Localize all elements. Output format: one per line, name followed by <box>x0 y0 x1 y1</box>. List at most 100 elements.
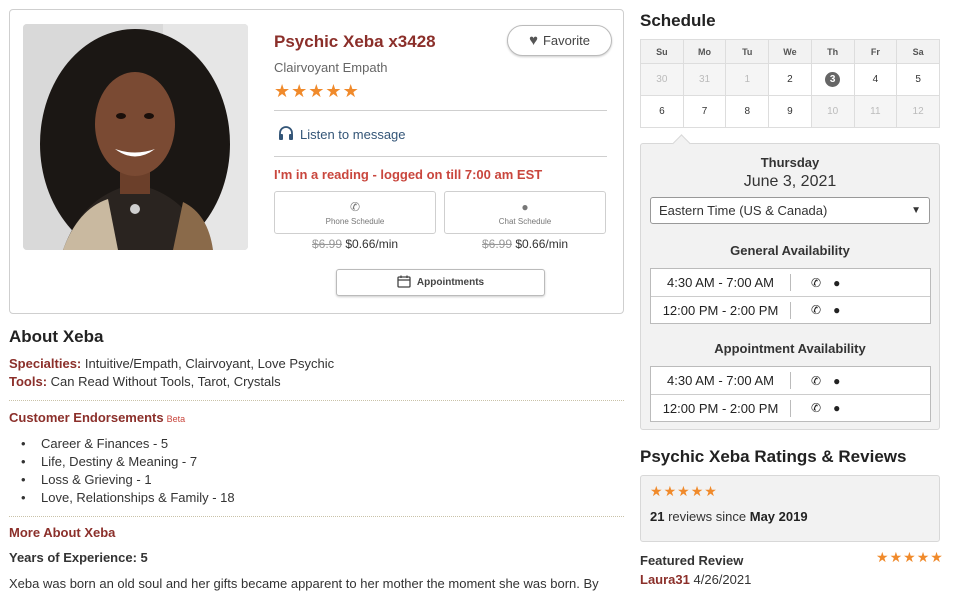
phone-icon: ✆ <box>811 373 822 388</box>
review-count-text: reviews since <box>668 509 747 524</box>
star-icon: ★ <box>916 549 930 565</box>
star-icon: ★ <box>274 81 291 101</box>
calendar-day: 11 <box>853 95 898 128</box>
appointments-label: Appointments <box>416 277 485 288</box>
chat-schedule-label: Chat Schedule <box>498 217 552 226</box>
calendar-day: 12 <box>896 95 940 128</box>
chat-bubble-icon: ● <box>833 373 841 388</box>
time-slot[interactable]: 4:30 AM - 7:00 AM ✆ ● <box>651 269 930 296</box>
chat-bubble-icon: ● <box>833 401 841 415</box>
calendar-day-selected[interactable]: 3 <box>810 63 855 96</box>
divider <box>274 156 607 157</box>
calendar-day[interactable]: 6 <box>640 95 684 128</box>
phone-old-price: $6.99 <box>312 237 343 251</box>
more-about-title: More About Xeba <box>9 525 116 540</box>
weekday-header: Th <box>810 39 855 64</box>
slot-time: 4:30 AM - 7:00 AM <box>651 274 791 291</box>
star-icon: ★ <box>325 81 342 101</box>
review-date: 4/26/2021 <box>693 572 752 587</box>
weekday-header: Sa <box>896 39 940 64</box>
calendar-day: 1 <box>725 63 770 96</box>
star-icon: ★ <box>690 483 704 499</box>
psychic-name: Psychic Xeba x3428 <box>274 32 436 51</box>
phone-icon: ✆ <box>811 275 822 290</box>
chat-schedule-button[interactable]: ● Chat Schedule <box>444 191 606 234</box>
star-icon: ★ <box>663 483 677 499</box>
slot-time: 12:00 PM - 2:00 PM <box>651 399 791 417</box>
star-icon: ★ <box>889 549 903 565</box>
favorite-label: Favorite <box>542 33 590 48</box>
endorsement-list: Career & Finances - 5 Life, Destiny & Me… <box>21 436 235 508</box>
endorsements-title: Customer Endorsements Beta <box>9 410 185 425</box>
favorite-button[interactable]: ♥ Favorite <box>507 25 612 56</box>
endorsements-heading: Customer Endorsements <box>9 410 164 425</box>
weekday-header: Tu <box>725 39 770 64</box>
specialties-value: Intuitive/Empath, Clairvoyant, Love Psyc… <box>84 356 335 371</box>
star-icon: ★ <box>342 81 359 101</box>
star-icon: ★ <box>930 549 943 565</box>
status-text: I'm in a reading - logged on till 7:00 a… <box>274 167 543 182</box>
time-slot[interactable]: 12:00 PM - 2:00 PM ✆ ● <box>651 296 930 323</box>
reviewer-name[interactable]: Laura31 <box>640 572 690 587</box>
featured-review-stars: ★ ★ ★ ★ ★ <box>876 549 943 566</box>
listen-label: Listen to message <box>300 127 406 142</box>
general-availability-heading: General Availability <box>730 243 850 258</box>
selected-day-number: 3 <box>825 72 841 87</box>
about-title: About Xeba <box>9 327 104 346</box>
timezone-select[interactable]: Eastern Time (US & Canada) ▼ <box>650 197 930 224</box>
calendar-day[interactable]: 7 <box>682 95 727 128</box>
calendar-day[interactable]: 5 <box>896 63 940 96</box>
tools-line: Tools: Can Read Without Tools, Tarot, Cr… <box>9 374 281 389</box>
phone-current-price: $0.66/min <box>345 237 399 251</box>
time-slot[interactable]: 12:00 PM - 2:00 PM ✆ ● <box>651 394 930 421</box>
phone-icon: ✆ <box>811 401 822 415</box>
general-availability-table: 4:30 AM - 7:00 AM ✆ ● 12:00 PM - 2:00 PM … <box>650 268 931 324</box>
calendar-day[interactable]: 4 <box>853 63 898 96</box>
chat-price: $6.99 $0.66/min <box>482 237 568 251</box>
years-of-experience: Years of Experience: 5 <box>9 550 148 565</box>
calendar-day[interactable]: 8 <box>725 95 770 128</box>
divider <box>9 400 624 401</box>
calendar-day[interactable]: 2 <box>768 63 812 96</box>
timezone-value: Eastern Time (US & Canada) <box>659 203 828 218</box>
phone-price: $6.99 $0.66/min <box>312 237 398 251</box>
appointments-button[interactable]: Appointments <box>336 269 545 296</box>
chat-bubble-icon: ● <box>833 303 841 317</box>
selected-date: June 3, 2021 <box>743 173 837 190</box>
profile-card: Psychic Xeba x3428 Clairvoyant Empath ★ … <box>9 9 624 314</box>
profile-rating-stars: ★ ★ ★ ★ ★ <box>274 81 359 102</box>
review-rating-stars: ★ ★ ★ ★ ★ <box>650 483 717 500</box>
review-summary: ★ ★ ★ ★ ★ 21 reviews since May 2019 <box>640 475 940 542</box>
phone-icon: ✆ <box>349 200 361 214</box>
phone-schedule-button[interactable]: ✆ Phone Schedule <box>274 191 436 234</box>
calendar-day: 10 <box>810 95 855 128</box>
divider <box>274 110 607 111</box>
tools-value: Can Read Without Tools, Tarot, Crystals <box>50 374 281 389</box>
calendar-icon <box>397 275 411 291</box>
star-icon: ★ <box>650 483 663 499</box>
specialties-label: Specialties: <box>9 356 82 371</box>
star-icon: ★ <box>677 483 690 499</box>
appointment-availability-heading: Appointment Availability <box>714 341 866 356</box>
list-item: Loss & Grieving - 1 <box>21 472 235 490</box>
star-icon: ★ <box>704 483 717 499</box>
featured-review-title: Featured Review <box>640 553 744 568</box>
phone-icon: ✆ <box>811 303 822 317</box>
listen-to-message-link[interactable]: Listen to message <box>278 126 406 143</box>
weekday-header: Su <box>640 39 684 64</box>
selected-day-name: Thursday <box>760 155 820 170</box>
tools-label: Tools: <box>9 374 48 389</box>
bio-text: Xeba was born an old soul and her gifts … <box>9 576 599 591</box>
time-slot[interactable]: 4:30 AM - 7:00 AM ✆ ● <box>651 367 930 394</box>
availability-panel: Thursday June 3, 2021 Eastern Time (US &… <box>640 143 940 430</box>
heart-icon: ♥ <box>529 32 538 49</box>
chat-bubble-icon: ● <box>521 200 529 214</box>
slot-time: 4:30 AM - 7:00 AM <box>651 372 791 389</box>
beta-badge: Beta <box>166 414 186 424</box>
calendar-day[interactable]: 9 <box>768 95 812 128</box>
psychic-photo[interactable] <box>23 24 248 250</box>
list-item: Career & Finances - 5 <box>21 436 235 454</box>
calendar-day: 30 <box>640 63 684 96</box>
list-item: Life, Destiny & Meaning - 7 <box>21 454 235 472</box>
appointment-availability-table: 4:30 AM - 7:00 AM ✆ ● 12:00 PM - 2:00 PM … <box>650 366 931 422</box>
